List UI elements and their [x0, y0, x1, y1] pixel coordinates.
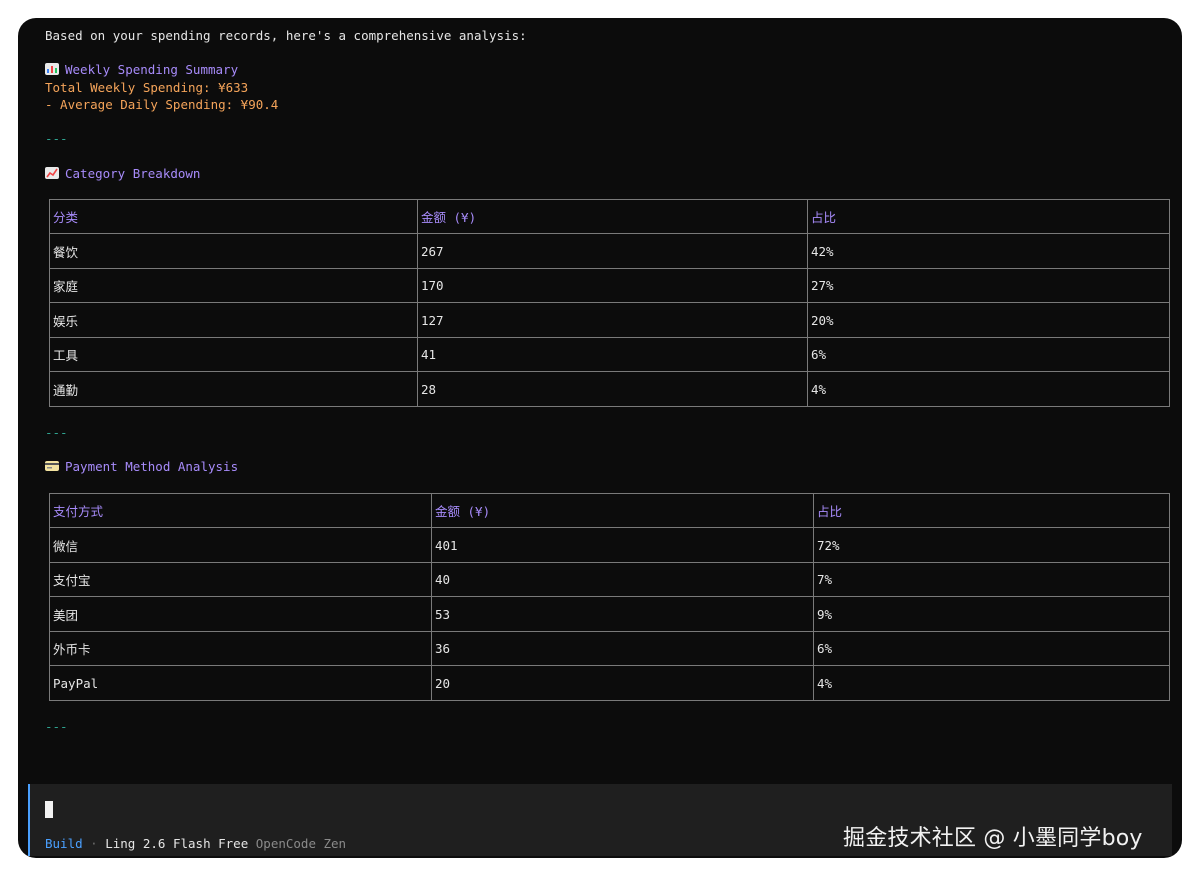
table-row: 家庭 170 27% — [49, 267, 1170, 304]
category-title: Category Breakdown — [65, 165, 201, 181]
cell-category: 餐饮 — [49, 233, 418, 269]
watermark-text: 掘金技术社区 @ 小墨同学boy — [843, 826, 1143, 851]
cell-amount: 401 — [431, 527, 814, 563]
cell-amount: 267 — [417, 233, 808, 269]
credit-card-icon — [45, 459, 59, 472]
cell-amount: 53 — [431, 596, 814, 632]
header-amount: 金额 (¥) — [431, 492, 814, 529]
cell-share: 42% — [807, 233, 1170, 269]
chat-output: Based on your spending records, here's a… — [45, 27, 1175, 735]
table-row: 娱乐 127 20% — [49, 302, 1170, 338]
table-row: 通勤 28 4% — [49, 371, 1170, 407]
chart-increasing-icon — [45, 166, 59, 179]
cell-share: 6% — [813, 630, 1170, 667]
weekly-summary-heading: Weekly Spending Summary — [45, 61, 1175, 78]
header-amount: 金额 (¥) — [417, 198, 808, 235]
cell-amount: 170 — [417, 267, 808, 304]
cell-share: 4% — [807, 371, 1170, 407]
provider-name: OpenCode Zen — [255, 836, 347, 851]
cell-category: 家庭 — [49, 267, 418, 304]
payment-table: 支付方式 金额 (¥) 占比 微信 401 72% 支付宝 40 7% 美团 5… — [49, 492, 1170, 701]
cell-amount: 41 — [417, 336, 808, 373]
cell-share: 6% — [807, 336, 1170, 373]
cell-share: 9% — [813, 596, 1170, 632]
average-daily-spending: - Average Daily Spending: ¥90.4 — [45, 96, 279, 112]
table-row: 工具 41 6% — [49, 336, 1170, 373]
cell-share: 20% — [807, 302, 1170, 338]
payment-title: Payment Method Analysis — [65, 459, 239, 475]
separator: --- — [45, 131, 68, 147]
cell-amount: 36 — [431, 630, 814, 667]
cell-share: 4% — [813, 665, 1170, 701]
mode-indicator[interactable]: Build — [45, 836, 83, 851]
separator: --- — [45, 719, 68, 734]
cell-amount: 127 — [417, 302, 808, 338]
cell-share: 27% — [807, 267, 1170, 304]
table-row: 美团 53 9% — [49, 596, 1170, 632]
cell-method: 外币卡 — [49, 630, 432, 667]
cell-share: 72% — [813, 527, 1170, 563]
table-row: 外币卡 36 6% — [49, 630, 1170, 667]
header-share: 占比 — [813, 492, 1170, 529]
category-table: 分类 金额 (¥) 占比 餐饮 267 42% 家庭 170 27% 娱乐 12… — [49, 198, 1170, 407]
table-header-row: 分类 金额 (¥) 占比 — [49, 198, 1170, 235]
table-row: 支付宝 40 7% — [49, 561, 1170, 598]
cell-share: 7% — [813, 561, 1170, 598]
cell-amount: 40 — [431, 561, 814, 598]
bar-chart-icon — [45, 62, 59, 76]
cell-amount: 28 — [417, 371, 808, 407]
text-cursor — [45, 801, 53, 818]
total-weekly-spending: Total Weekly Spending: ¥633 — [45, 79, 249, 95]
cell-category: 娱乐 — [49, 302, 418, 338]
cell-method: 美团 — [49, 596, 432, 632]
cell-category: 通勤 — [49, 371, 418, 407]
header-category: 分类 — [49, 198, 418, 235]
cell-method: 支付宝 — [49, 561, 432, 598]
cell-method: 微信 — [49, 527, 432, 563]
intro-text: Based on your spending records, here's a… — [45, 28, 527, 43]
table-row: 餐饮 267 42% — [49, 233, 1170, 269]
cell-category: 工具 — [49, 336, 418, 373]
table-row: PayPal 20 4% — [49, 665, 1170, 701]
payment-heading: Payment Method Analysis — [45, 458, 1175, 475]
header-share: 占比 — [807, 198, 1170, 235]
table-row: 微信 401 72% — [49, 527, 1170, 563]
cell-amount: 20 — [431, 665, 814, 701]
status-bar: Build · Ling 2.6 Flash Free OpenCode Zen — [45, 836, 346, 851]
status-separator: · — [90, 836, 98, 851]
model-name[interactable]: Ling 2.6 Flash Free — [105, 836, 248, 851]
category-heading: Category Breakdown — [45, 165, 1175, 182]
header-method: 支付方式 — [49, 492, 432, 529]
table-header-row: 支付方式 金额 (¥) 占比 — [49, 492, 1170, 529]
terminal-window: Based on your spending records, here's a… — [18, 18, 1182, 858]
separator: --- — [45, 425, 68, 441]
weekly-summary-title: Weekly Spending Summary — [65, 62, 239, 78]
cell-method: PayPal — [49, 665, 432, 701]
